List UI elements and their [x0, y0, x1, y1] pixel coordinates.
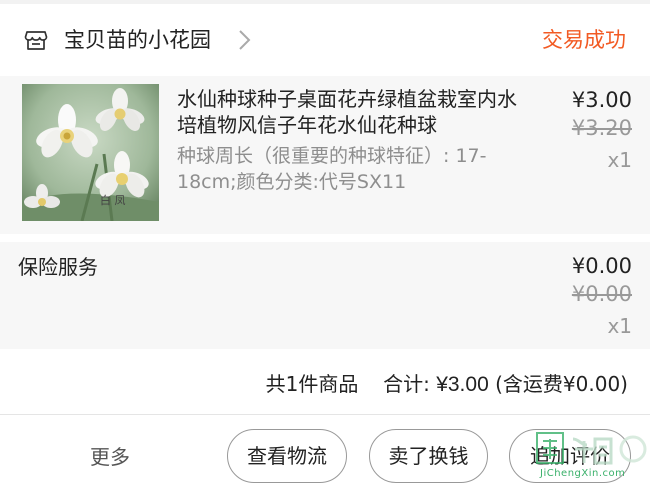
shop-icon — [24, 28, 48, 52]
product-thumbnail[interactable]: 白 凤 — [22, 84, 159, 221]
product-title[interactable]: 水仙种球种子桌面花卉绿植盆栽室内水培植物风信子年花水仙花种球 — [177, 86, 517, 138]
insurance-label: 保险服务 — [18, 255, 98, 279]
total-value: ¥3.00 — [436, 373, 489, 396]
product-item[interactable]: 白 凤 水仙种球种子桌面花卉绿植盆栽室内水培植物风信子年花水仙花种球 种球周长（… — [0, 76, 650, 234]
chevron-right-icon[interactable] — [236, 28, 252, 52]
more-button[interactable]: 更多 — [90, 443, 130, 471]
insurance-quantity: x1 — [607, 314, 632, 338]
insurance-item[interactable]: 保险服务 ¥0.00 ¥0.00 x1 — [0, 242, 650, 349]
insurance-price: ¥0.00 — [571, 254, 632, 278]
product-sku: 种球周长（很重要的种球特征）: 17-18cm;颜色分类:代号SX11 — [177, 145, 487, 193]
shop-header[interactable]: 宝贝苗的小花园 交易成功 — [0, 4, 650, 76]
insurance-original-price: ¥0.00 — [571, 282, 632, 306]
total-label: 合计: — [383, 372, 430, 396]
resell-button[interactable]: 卖了换钱 — [369, 429, 488, 483]
summary-text: 共1件商品 合计: ¥3.00 (含运费¥0.00) — [266, 371, 628, 398]
watermark-text: JiChengXin.com — [540, 468, 626, 479]
view-logistics-button[interactable]: 查看物流 — [227, 429, 347, 483]
shipping-note: (含运费¥0.00) — [495, 372, 628, 396]
item-count: 共1件商品 — [265, 372, 359, 396]
section-gap — [0, 234, 650, 242]
order-status: 交易成功 — [542, 28, 626, 52]
order-summary: 共1件商品 合计: ¥3.00 (含运费¥0.00) — [0, 349, 650, 415]
product-quantity: x1 — [607, 148, 632, 172]
thumbnail-caption: 白 凤 — [100, 194, 126, 207]
product-original-price: ¥3.20 — [571, 116, 632, 140]
shop-name[interactable]: 宝贝苗的小花园 — [64, 26, 211, 54]
insurance-price-column: ¥0.00 ¥0.00 x1 — [522, 252, 632, 340]
price-column: ¥3.00 ¥3.20 x1 — [522, 86, 632, 174]
product-price: ¥3.00 — [571, 88, 632, 112]
